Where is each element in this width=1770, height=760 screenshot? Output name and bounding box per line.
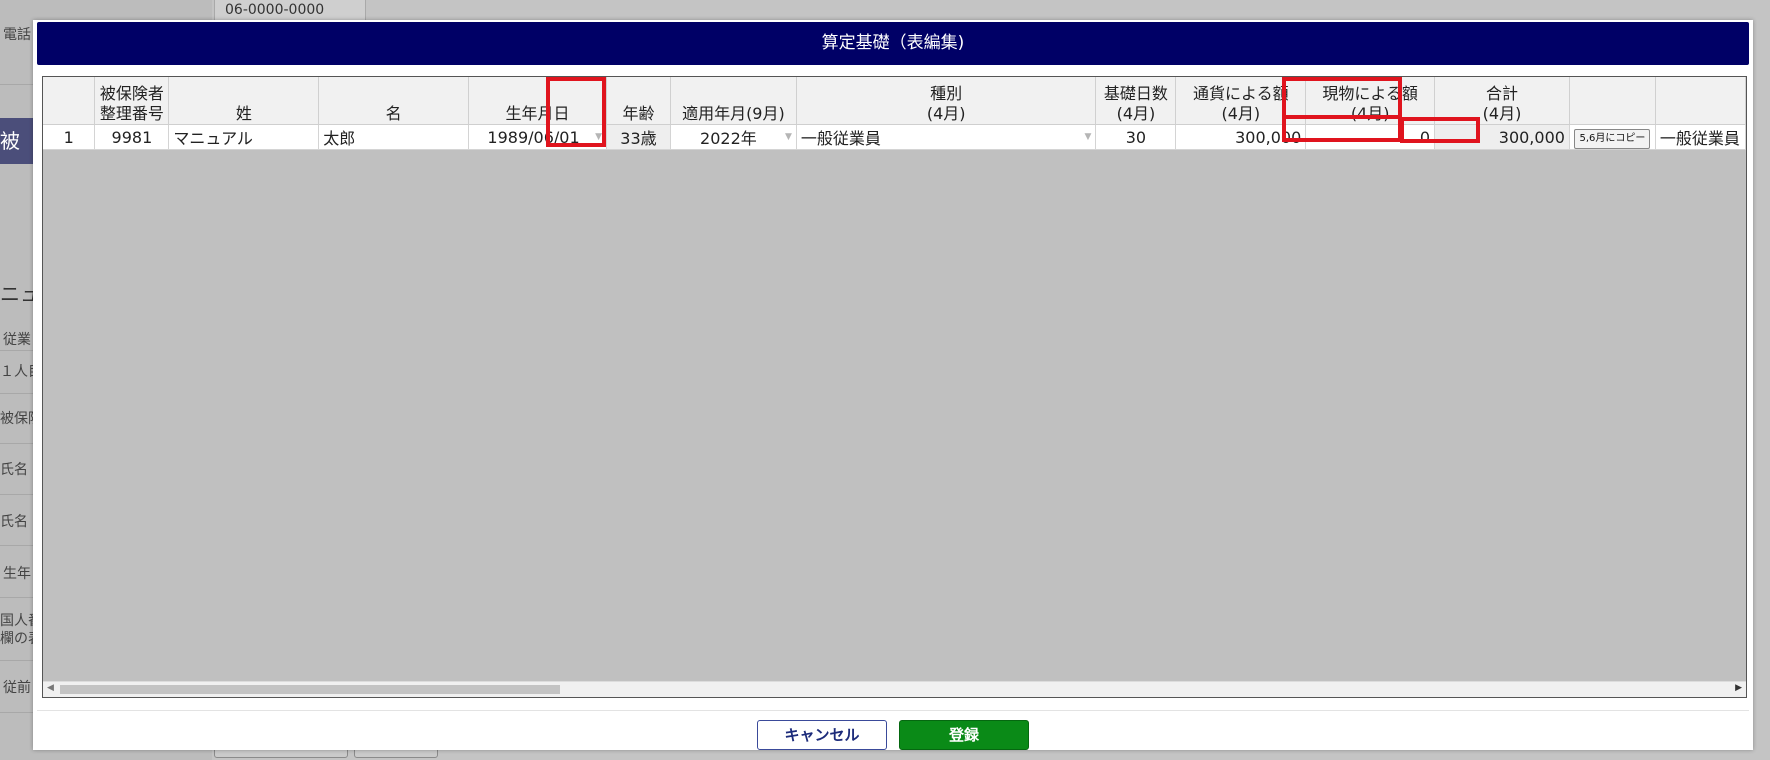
column-header-row-number	[43, 77, 96, 125]
data-grid: 被保険者 整理番号 姓 名 生年月日 年齢 適用年月(9月) 種別 (4月) 基…	[42, 76, 1747, 698]
grid-table: 被保険者 整理番号 姓 名 生年月日 年齢 適用年月(9月) 種別 (4月) 基…	[43, 77, 1746, 150]
background-divider	[0, 545, 34, 546]
type-value: 一般従業員	[800, 129, 881, 148]
cancel-button[interactable]: キャンセル	[757, 720, 887, 750]
dropdown-arrow-icon: ▼	[595, 132, 602, 142]
background-tab: 被保	[0, 118, 36, 164]
copy-to-may-june-button[interactable]: 5,6月にコピー	[1574, 128, 1651, 149]
dropdown-arrow-icon: ▼	[1084, 132, 1092, 142]
background-label: 従業	[3, 332, 31, 348]
background-divider	[0, 494, 34, 495]
row-number-cell: 1	[43, 124, 96, 150]
dialog-title: 算定基礎（表編集)	[37, 22, 1749, 65]
column-header-base-days[interactable]: 基礎日数 (4月)	[1095, 77, 1177, 125]
column-header-currency-amount[interactable]: 通貨による額 (4月)	[1175, 77, 1307, 125]
horizontal-scrollbar[interactable]: ◀ ▶	[43, 681, 1746, 697]
background-divider	[0, 84, 34, 85]
column-header-copy	[1569, 77, 1656, 125]
copy-cell: 5,6月にコピー	[1569, 124, 1656, 150]
currency-amount-cell[interactable]: 300,000	[1175, 124, 1307, 150]
column-header-total[interactable]: 合計 (4月)	[1434, 77, 1570, 125]
apply-year-cell[interactable]: 2022年 ▼	[670, 124, 797, 150]
column-header-insured-number[interactable]: 被保険者 整理番号	[94, 77, 170, 125]
grid-header-row: 被保険者 整理番号 姓 名 生年月日 年齢 適用年月(9月) 種別 (4月) 基…	[43, 77, 1746, 125]
register-button[interactable]: 登録	[899, 720, 1029, 750]
background-divider	[0, 712, 34, 713]
table-edit-dialog: 算定基礎（表編集) 被保険者 整理番号 姓 名 生年月日 年齢 適用年月(9月)…	[33, 20, 1753, 750]
background-label: 生年	[3, 566, 31, 582]
background-divider	[0, 660, 34, 661]
dropdown-arrow-icon: ▼	[784, 132, 792, 142]
column-header-birth-date[interactable]: 生年月日	[468, 77, 607, 125]
type-may-cell[interactable]: 一般従業員	[1655, 124, 1746, 150]
scroll-left-arrow-icon[interactable]: ◀	[47, 683, 54, 693]
background-label: 氏名	[0, 462, 28, 478]
footer-divider	[37, 710, 1749, 711]
first-name-cell[interactable]: 太郎	[318, 124, 470, 150]
scrollbar-thumb[interactable]	[60, 685, 560, 694]
column-header-in-kind-amount[interactable]: 現物による額 (4月)	[1305, 77, 1436, 125]
column-header-apply-year[interactable]: 適用年月(9月)	[670, 77, 797, 125]
background-label: 従前	[3, 680, 31, 696]
birth-date-cell[interactable]: 1989/06/01 ▼	[468, 124, 607, 150]
column-header-last-name[interactable]: 姓	[168, 77, 320, 125]
column-header-age[interactable]: 年齢	[606, 77, 671, 125]
in-kind-amount-cell[interactable]: 0	[1305, 124, 1436, 150]
column-header-first-name[interactable]: 名	[318, 77, 470, 125]
column-header-type[interactable]: 種別 (4月)	[796, 77, 1097, 125]
apply-year-value: 2022年	[700, 129, 757, 148]
scroll-right-arrow-icon[interactable]: ▶	[1735, 683, 1742, 693]
type-cell[interactable]: 一般従業員 ▼	[796, 124, 1097, 150]
background-divider	[0, 393, 34, 394]
base-days-cell[interactable]: 30	[1095, 124, 1177, 150]
background-phone-field: 06-0000-0000	[214, 0, 366, 22]
background-divider	[0, 350, 34, 351]
last-name-cell[interactable]: マニュアル	[168, 124, 320, 150]
background-divider	[0, 443, 34, 444]
birth-date-value: 1989/06/01	[487, 127, 580, 147]
age-cell: 33歳	[606, 124, 671, 150]
background-label: 電話	[3, 27, 31, 43]
insured-number-cell[interactable]: 9981	[94, 124, 170, 150]
background-label: 氏名	[0, 514, 28, 530]
table-row: 1 9981 マニュアル 太郎 1989/06/01 ▼ 33歳 2022年 ▼…	[43, 124, 1746, 150]
background-divider	[0, 597, 34, 598]
total-cell: 300,000	[1434, 124, 1570, 150]
column-header-type-may	[1655, 77, 1746, 125]
